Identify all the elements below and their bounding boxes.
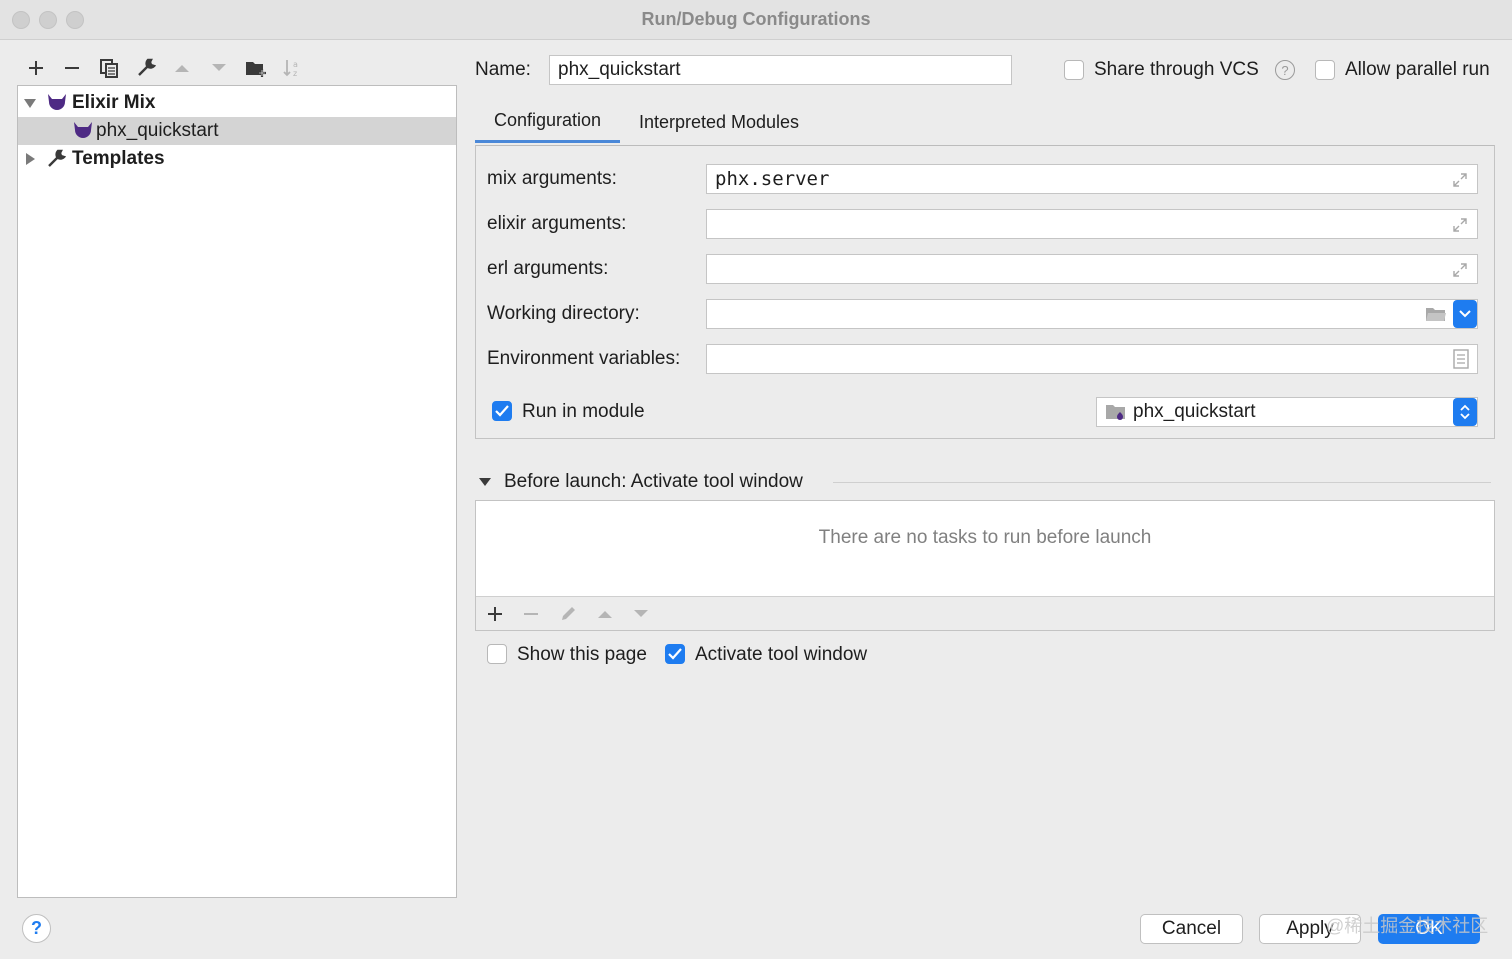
mix-arguments-value: phx.server <box>715 168 830 190</box>
show-this-page-checkbox[interactable] <box>487 644 507 664</box>
move-up-button[interactable] <box>168 54 196 82</box>
module-select-value: phx_quickstart <box>1133 401 1256 422</box>
watermark-text: @稀土掘金技术社区 <box>1326 916 1489 936</box>
document-icon[interactable] <box>1453 349 1469 369</box>
checkmark-icon <box>668 648 682 660</box>
edit-task-button[interactable] <box>555 601 581 627</box>
move-task-up-button[interactable] <box>592 601 618 627</box>
elixir-icon <box>72 120 94 142</box>
empty-tasks-text: There are no tasks to run before launch <box>818 527 1152 548</box>
allow-parallel-label: Allow parallel run <box>1345 59 1490 80</box>
share-vcs-checkbox[interactable] <box>1064 60 1084 80</box>
module-select[interactable]: phx_quickstart <box>1096 397 1478 427</box>
working-directory-input[interactable] <box>706 299 1478 329</box>
before-launch-title: Before launch: Activate tool window <box>504 471 803 492</box>
arrow-up-icon <box>598 611 612 618</box>
arrow-down-icon <box>634 610 648 617</box>
tree-item-elixir-mix[interactable]: Elixir Mix <box>18 89 456 117</box>
sort-configurations-button[interactable]: az <box>278 54 306 82</box>
move-down-button[interactable] <box>205 54 233 82</box>
tab-interpreted-modules[interactable]: Interpreted Modules <box>628 101 810 143</box>
name-input[interactable]: phx_quickstart <box>549 55 1012 85</box>
minus-icon <box>524 613 538 615</box>
chevron-down-icon <box>1459 310 1471 318</box>
window-title: Run/Debug Configurations <box>641 9 871 29</box>
name-label: Name: <box>475 59 531 80</box>
environment-variables-label: Environment variables: <box>487 348 681 369</box>
tab-label: Configuration <box>493 110 602 130</box>
section-divider <box>833 482 1491 483</box>
expand-icon[interactable] <box>1451 216 1469 234</box>
erl-arguments-label: erl arguments: <box>487 258 609 279</box>
wrench-icon <box>138 58 156 76</box>
remove-task-button[interactable] <box>518 601 544 627</box>
minus-icon <box>65 67 79 69</box>
collapse-section-icon[interactable] <box>478 476 492 488</box>
expand-icon[interactable] <box>1451 171 1469 189</box>
plus-icon <box>29 61 43 75</box>
new-folder-button[interactable] <box>242 54 270 82</box>
module-folder-icon <box>1106 405 1125 420</box>
collapse-arrow-icon[interactable] <box>23 152 37 166</box>
run-in-module-label: Run in module <box>522 401 645 422</box>
environment-variables-input[interactable] <box>706 344 1478 374</box>
tree-item-templates[interactable]: Templates <box>18 145 456 173</box>
activate-tool-window-label: Activate tool window <box>695 644 868 665</box>
remove-configuration-button[interactable] <box>58 54 86 82</box>
tree-item-phx-quickstart[interactable]: phx_quickstart <box>18 117 456 145</box>
cancel-button[interactable]: Cancel <box>1140 914 1243 944</box>
erl-arguments-input[interactable] <box>706 254 1478 284</box>
working-directory-label: Working directory: <box>487 303 640 324</box>
name-input-value: phx_quickstart <box>558 59 681 80</box>
title-bar: Run/Debug Configurations <box>0 0 1512 40</box>
arrow-down-icon <box>212 64 226 71</box>
activate-tool-window-checkbox[interactable] <box>665 644 685 664</box>
wrench-icon <box>46 149 66 169</box>
pencil-icon <box>562 607 575 620</box>
add-task-button[interactable] <box>482 601 508 627</box>
elixir-arguments-input[interactable] <box>706 209 1478 239</box>
tab-configuration[interactable]: Configuration <box>475 101 620 143</box>
move-task-down-button[interactable] <box>628 601 654 627</box>
help-icon[interactable]: ? <box>1275 60 1295 80</box>
copy-icon <box>100 59 118 78</box>
before-launch-toolbar <box>476 596 1494 630</box>
tree-item-label: phx_quickstart <box>96 120 219 141</box>
elixir-arguments-label: elixir arguments: <box>487 213 627 234</box>
expand-arrow-icon[interactable] <box>23 96 37 110</box>
module-select-dropdown-button[interactable] <box>1453 398 1477 426</box>
folder-add-icon <box>246 62 266 77</box>
arrow-up-icon <box>175 65 189 72</box>
plus-icon <box>488 607 502 621</box>
folder-icon[interactable] <box>1425 305 1447 323</box>
edit-templates-button[interactable] <box>132 54 160 82</box>
share-vcs-label: Share through VCS <box>1094 59 1259 80</box>
tab-label: Interpreted Modules <box>638 111 800 132</box>
copy-configuration-button[interactable] <box>95 54 123 82</box>
allow-parallel-checkbox[interactable] <box>1315 60 1335 80</box>
expand-icon[interactable] <box>1451 261 1469 279</box>
add-configuration-button[interactable] <box>22 54 50 82</box>
working-directory-dropdown-button[interactable] <box>1453 300 1477 328</box>
checkmark-icon <box>495 405 509 417</box>
mix-arguments-label: mix arguments: <box>487 168 617 189</box>
tree-item-label: Elixir Mix <box>72 92 156 113</box>
tree-item-label: Templates <box>72 148 165 169</box>
show-this-page-label: Show this page <box>517 644 647 665</box>
run-in-module-checkbox[interactable] <box>492 401 512 421</box>
sort-icon: az <box>283 60 298 78</box>
chevron-updown-icon <box>1460 404 1470 420</box>
help-button[interactable]: ? <box>22 914 51 943</box>
svg-text:a: a <box>293 60 298 69</box>
before-launch-task-list[interactable]: There are no tasks to run before launch <box>475 500 1495 631</box>
configuration-tree[interactable]: Elixir Mix phx_quickstart Templates <box>17 85 457 898</box>
mix-arguments-input[interactable]: phx.server <box>706 164 1478 194</box>
elixir-icon <box>46 92 68 114</box>
svg-text:z: z <box>293 69 297 78</box>
